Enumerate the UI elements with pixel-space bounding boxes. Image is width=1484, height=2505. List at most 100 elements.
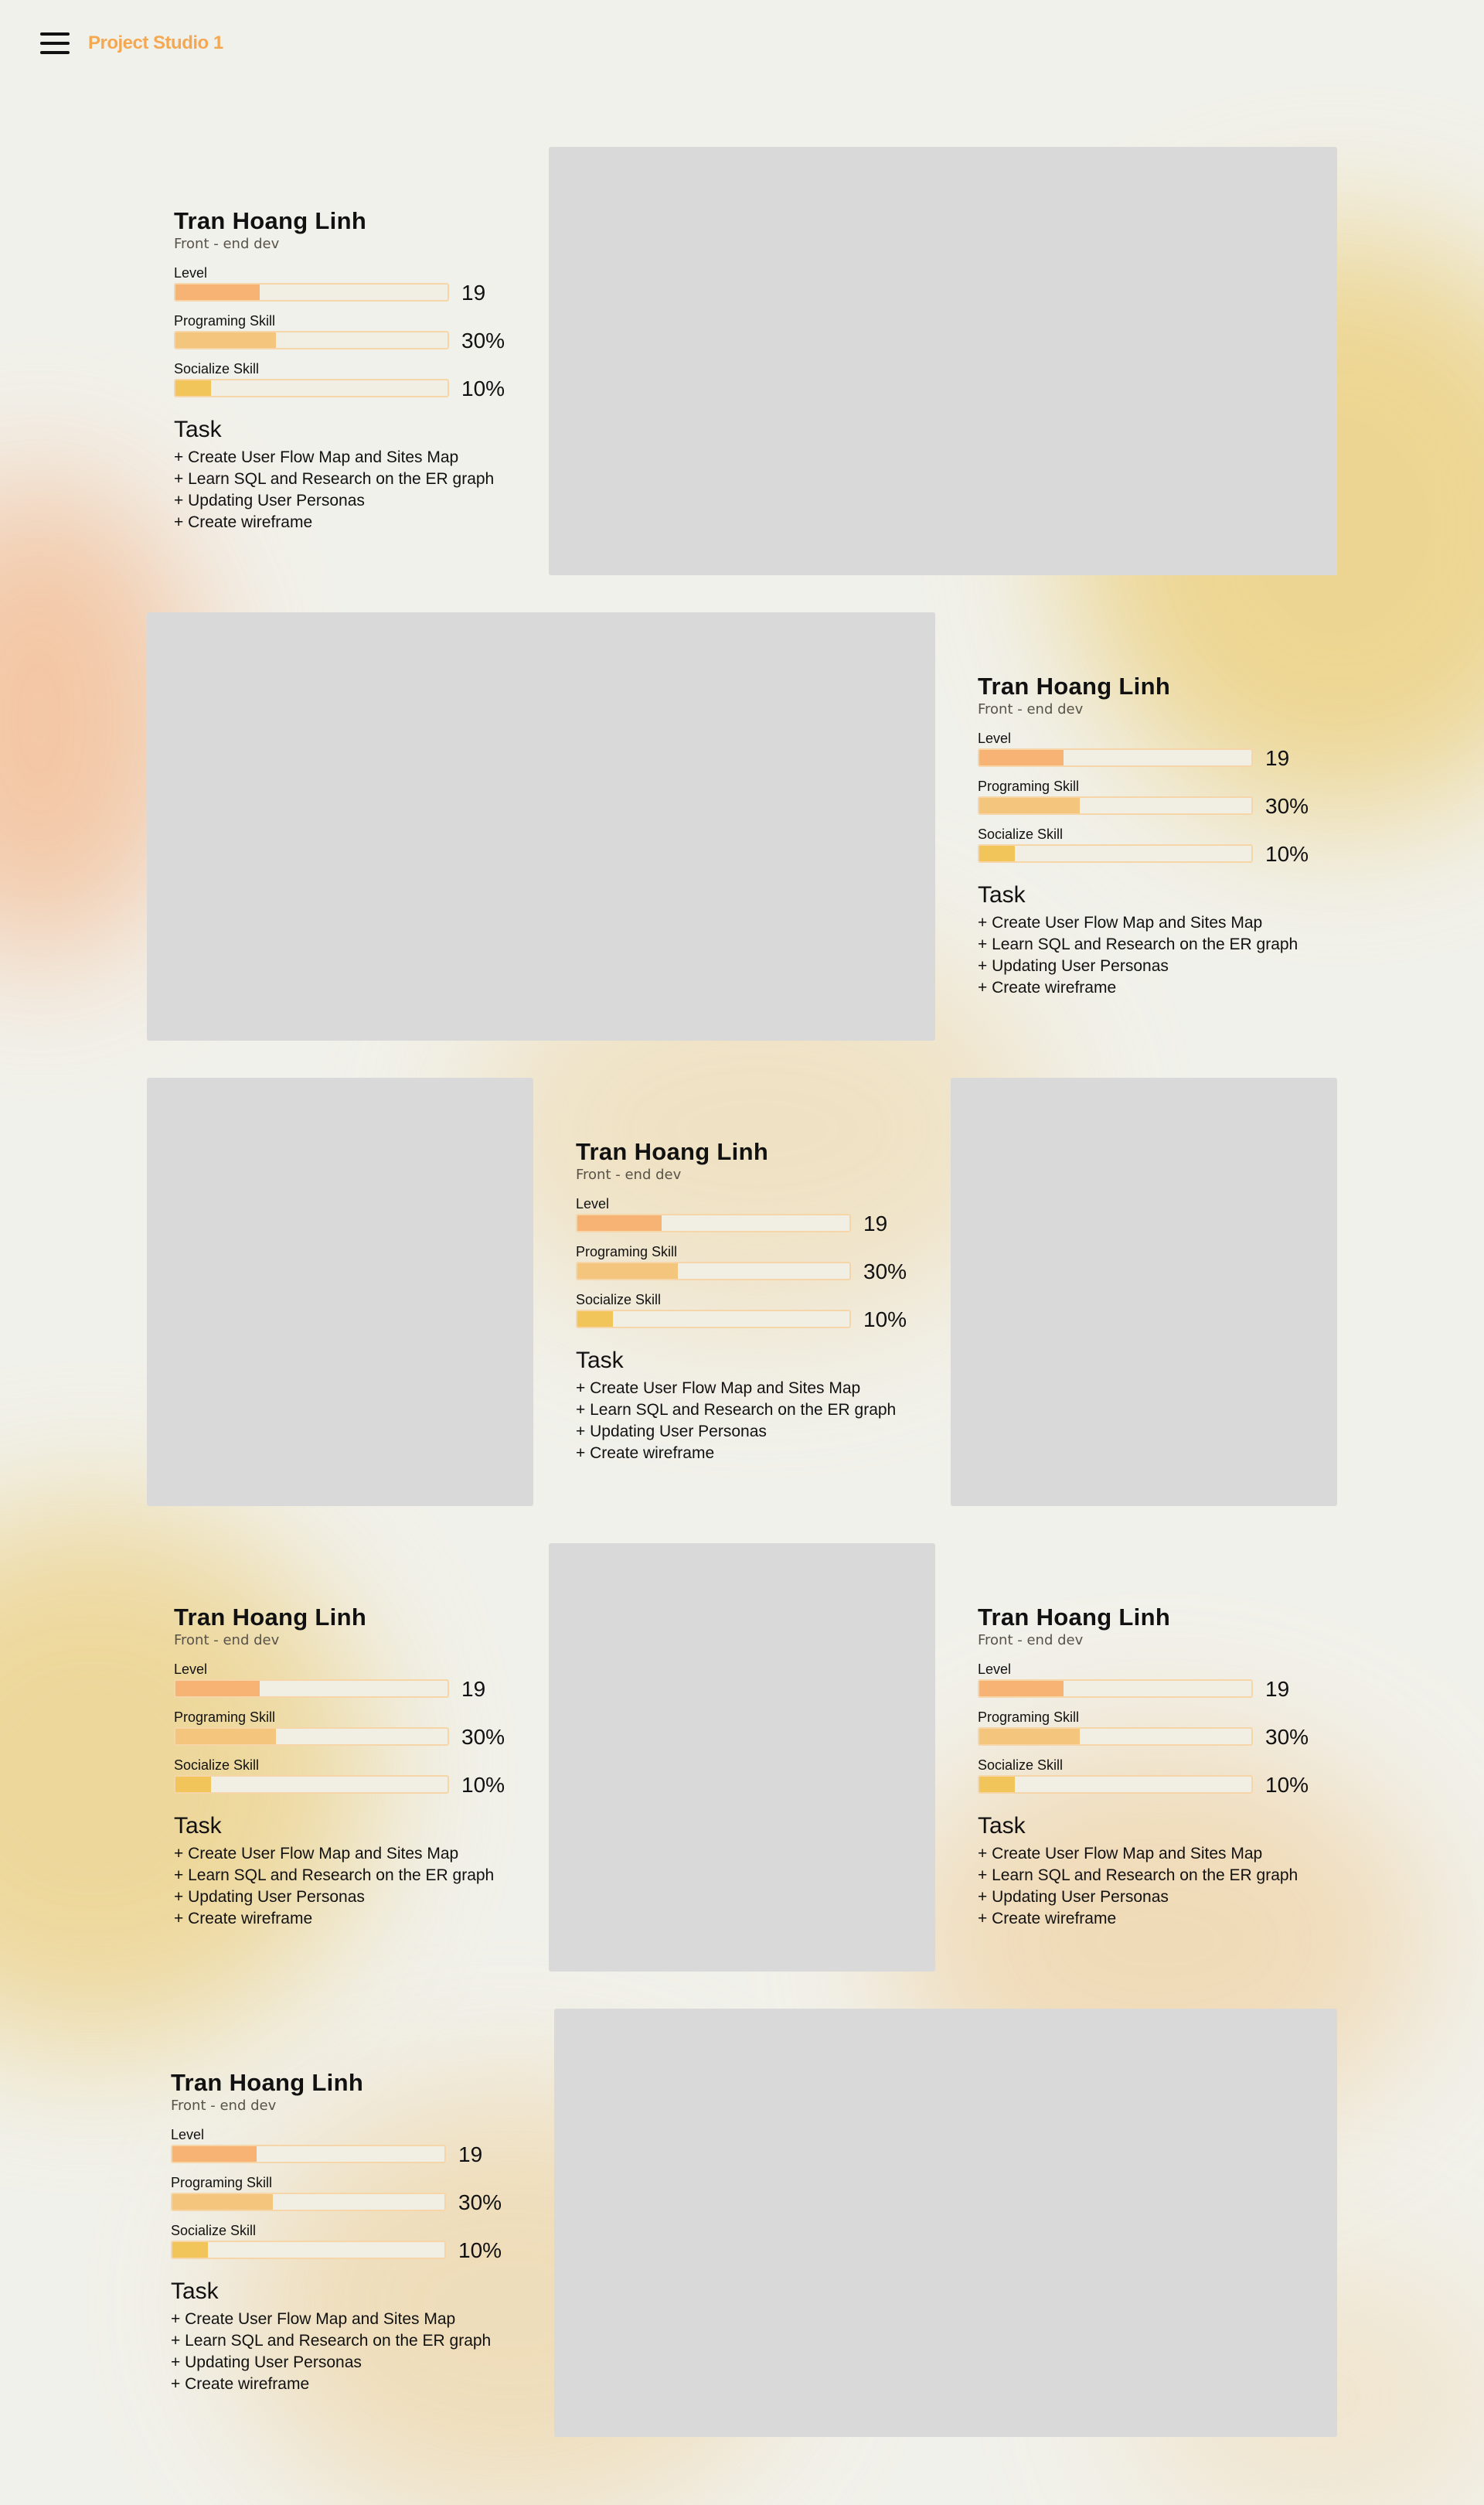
stat-level: Level 19: [174, 1661, 529, 1709]
stat-value: 19: [461, 1677, 486, 1701]
stat-level: Level 19: [978, 730, 1333, 778]
task-item: + Create wireframe: [174, 513, 313, 531]
stat-value: 10%: [458, 2238, 502, 2262]
profile-name: Tran Hoang Linh: [174, 207, 367, 234]
stat-value: 30%: [461, 329, 505, 353]
task-item: + Updating User Personas: [171, 2353, 362, 2371]
task-item: + Learn SQL and Research on the ER graph: [171, 2332, 492, 2350]
stat-label: Programing Skill: [978, 1709, 1080, 1725]
profile-card: Tran Hoang Linh Front - end dev Level 19…: [174, 207, 529, 533]
task-heading: Task: [174, 417, 222, 442]
task-item: + Learn SQL and Research on the ER graph: [174, 1866, 495, 1884]
stats-list: Level 19 Programing Skill 30% Socialize …: [978, 730, 1333, 874]
profile-row-3: Tran Hoang Linh Front - end dev Level 19…: [0, 1078, 1484, 1508]
stats-list: Level 19 Programing Skill 30% Socialize …: [978, 1661, 1333, 1805]
stat-label: Socialize Skill: [978, 826, 1064, 842]
profile-card: Tran Hoang Linh Front - end dev Level 19…: [171, 2069, 526, 2395]
profile-name: Tran Hoang Linh: [978, 673, 1171, 700]
task-item: + Learn SQL and Research on the ER graph: [978, 936, 1298, 953]
hamburger-menu-icon[interactable]: [40, 32, 71, 57]
stat-label: Programing Skill: [174, 313, 276, 329]
stat-value: 19: [863, 1212, 888, 1235]
brand-title[interactable]: Project Studio 1: [88, 32, 223, 54]
profile-row-4: Tran Hoang Linh Front - end dev Level 19…: [0, 1543, 1484, 1973]
progress-bar: [978, 748, 1253, 767]
profile-name: Tran Hoang Linh: [171, 2069, 364, 2096]
stat-socialize-skill: Socialize Skill 10%: [978, 826, 1333, 874]
stat-socialize-skill: Socialize Skill 10%: [576, 1291, 931, 1339]
stat-level: Level 19: [576, 1195, 931, 1243]
progress-bar: [978, 1679, 1253, 1698]
stat-value: 30%: [1265, 794, 1309, 818]
image-placeholder: [554, 2009, 1337, 2437]
task-item: + Learn SQL and Research on the ER graph: [576, 1401, 897, 1419]
profile-name: Tran Hoang Linh: [576, 1138, 769, 1165]
stat-label: Level: [174, 1661, 208, 1677]
task-item: + Create wireframe: [978, 979, 1117, 997]
stat-socialize-skill: Socialize Skill 10%: [978, 1757, 1333, 1805]
task-item: + Create wireframe: [174, 1910, 313, 1927]
stat-value: 10%: [863, 1307, 907, 1331]
stat-programming-skill: Programing Skill 30%: [171, 2174, 526, 2222]
progress-fill: [979, 750, 1064, 765]
task-item: + Updating User Personas: [978, 957, 1169, 975]
stat-value: 19: [1265, 1677, 1290, 1701]
progress-bar: [576, 1214, 851, 1232]
profile-card: Tran Hoang Linh Front - end dev Level 19…: [978, 1604, 1333, 1930]
progress-fill: [175, 1777, 211, 1792]
progress-bar: [174, 283, 449, 302]
stat-value: 19: [458, 2142, 483, 2166]
profile-card: Tran Hoang Linh Front - end dev Level 19…: [174, 1604, 529, 1930]
progress-bar: [171, 2193, 446, 2211]
progress-fill: [175, 1729, 277, 1744]
stat-value: 30%: [863, 1259, 907, 1283]
progress-bar: [174, 1727, 449, 1746]
stat-label: Level: [978, 731, 1012, 746]
top-bar: Project Studio 1: [0, 0, 1484, 93]
task-list: + Create User Flow Map and Sites Map + L…: [171, 2309, 526, 2395]
progress-bar: [174, 1775, 449, 1794]
image-placeholder: [951, 1078, 1337, 1506]
task-item: + Learn SQL and Research on the ER graph: [174, 470, 495, 488]
task-item: + Create wireframe: [978, 1910, 1117, 1927]
image-placeholder: [147, 612, 935, 1041]
progress-bar: [978, 844, 1253, 863]
profile-name: Tran Hoang Linh: [978, 1604, 1171, 1631]
task-heading: Task: [174, 1813, 222, 1839]
stats-list: Level 19 Programing Skill 30% Socialize …: [174, 1661, 529, 1805]
stat-value: 30%: [458, 2190, 502, 2214]
stat-value: 10%: [461, 1773, 505, 1797]
stat-label: Socialize Skill: [171, 2223, 257, 2238]
stat-label: Level: [174, 265, 208, 281]
stats-list: Level 19 Programing Skill 30% Socialize …: [576, 1195, 931, 1339]
progress-bar: [171, 2241, 446, 2259]
stat-label: Level: [576, 1196, 610, 1212]
progress-fill: [577, 1311, 613, 1327]
image-placeholder: [549, 147, 1337, 575]
profile-card: Tran Hoang Linh Front - end dev Level 19…: [978, 673, 1333, 999]
stat-label: Socialize Skill: [576, 1292, 662, 1307]
progress-bar: [576, 1310, 851, 1328]
profile-role: Front - end dev: [978, 1632, 1084, 1648]
task-item: + Updating User Personas: [978, 1888, 1169, 1906]
task-item: + Create User Flow Map and Sites Map: [978, 1845, 1263, 1863]
stat-label: Socialize Skill: [174, 361, 260, 377]
stat-value: 19: [461, 281, 486, 305]
stat-label: Programing Skill: [174, 1709, 276, 1725]
task-list: + Create User Flow Map and Sites Map + L…: [978, 912, 1333, 999]
stat-programming-skill: Programing Skill 30%: [978, 778, 1333, 826]
progress-bar: [576, 1262, 851, 1280]
progress-bar: [171, 2145, 446, 2163]
task-heading: Task: [171, 2278, 219, 2304]
profile-row-1: Tran Hoang Linh Front - end dev Level 19…: [0, 147, 1484, 577]
progress-fill: [979, 846, 1015, 861]
progress-fill: [172, 2146, 257, 2162]
progress-fill: [577, 1215, 662, 1231]
progress-fill: [175, 1681, 260, 1696]
task-item: + Create User Flow Map and Sites Map: [978, 914, 1263, 932]
task-item: + Updating User Personas: [576, 1423, 767, 1440]
stat-socialize-skill: Socialize Skill 10%: [174, 360, 529, 408]
task-list: + Create User Flow Map and Sites Map + L…: [576, 1378, 931, 1464]
progress-bar: [978, 796, 1253, 815]
progress-fill: [979, 1777, 1015, 1792]
